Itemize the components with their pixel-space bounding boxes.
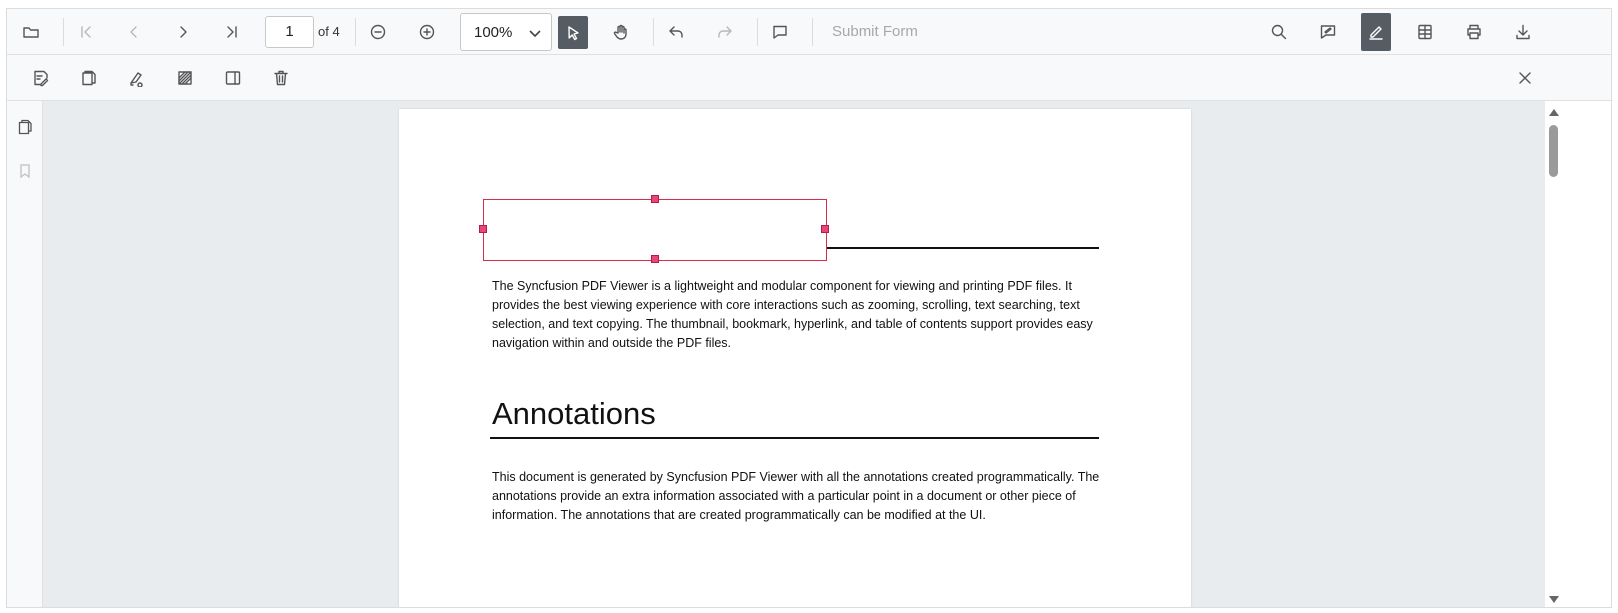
side-panel-icon [225, 71, 241, 85]
scroll-down-arrow-icon[interactable] [1549, 596, 1559, 603]
delete-field-button[interactable] [265, 62, 297, 94]
zoom-select[interactable]: 100% [460, 13, 552, 51]
annotations-paragraph: This document is generated by Syncfusion… [492, 470, 1100, 522]
open-file-button[interactable] [15, 16, 47, 48]
pdf-page: The Syncfusion PDF Viewer is a lightweig… [399, 109, 1191, 607]
chevron-down-icon [527, 25, 543, 41]
thumbnails-button[interactable] [13, 115, 37, 139]
toolbar-separator [757, 18, 758, 46]
first-page-icon [81, 26, 91, 38]
print-icon [1467, 24, 1481, 40]
form-field-edit-icon [34, 70, 49, 87]
navigation-sidebar [7, 101, 43, 607]
page-number-input[interactable]: 1 [265, 16, 314, 48]
undo-button[interactable] [660, 16, 692, 48]
pen-settings-icon [130, 72, 143, 87]
bookmarks-button[interactable] [13, 159, 37, 183]
annotation-edit-icon [1320, 25, 1336, 39]
properties-panel-button[interactable] [217, 62, 249, 94]
add-comment-button[interactable] [764, 16, 796, 48]
toolbar-separator [653, 18, 654, 46]
comment-icon [773, 25, 787, 39]
close-toolbar-button[interactable] [1509, 62, 1541, 94]
first-page-button[interactable] [70, 16, 102, 48]
vertical-scrollbar[interactable] [1545, 101, 1563, 607]
redo-button[interactable] [709, 16, 741, 48]
resize-handle-left[interactable] [479, 225, 487, 233]
download-button[interactable] [1507, 16, 1539, 48]
chevron-right-icon [180, 26, 187, 38]
last-page-button[interactable] [216, 16, 248, 48]
scroll-up-arrow-icon[interactable] [1549, 109, 1559, 116]
cursor-arrow-icon [568, 25, 579, 40]
close-icon [1519, 72, 1531, 84]
selected-form-field[interactable] [479, 195, 829, 263]
form-designer-button[interactable] [1361, 13, 1391, 51]
scroll-thumb[interactable] [1549, 125, 1558, 177]
submit-form-button[interactable]: Submit Form [832, 23, 918, 40]
copy-icon [82, 70, 96, 86]
signature-field-button[interactable] [121, 62, 153, 94]
document-canvas[interactable]: The Syncfusion PDF Viewer is a lightweig… [43, 101, 1545, 607]
selection-tool-button[interactable] [558, 16, 588, 49]
search-icon [1271, 24, 1287, 40]
grid-pages-icon [1418, 24, 1432, 40]
copy-field-button[interactable] [73, 62, 105, 94]
redo-icon [718, 26, 732, 38]
zoom-out-icon [370, 24, 386, 40]
folder-icon [23, 27, 39, 38]
resize-handle-bottom[interactable] [651, 255, 659, 263]
zoom-in-button[interactable] [411, 16, 443, 48]
thumbnails-icon [18, 119, 32, 135]
organize-pages-button[interactable] [1409, 16, 1441, 48]
pencil-icon [1369, 26, 1383, 40]
trash-icon [274, 70, 288, 86]
download-icon [1516, 24, 1530, 40]
toolbar-separator [355, 18, 356, 46]
pdf-viewer: 1 of 4 100% Submit Form The Syncfusion P… [6, 8, 1612, 608]
toolbar-separator [812, 18, 813, 46]
signature-line [827, 247, 1099, 249]
heading-underline [490, 437, 1099, 439]
main-toolbar: 1 of 4 100% Submit Form [7, 9, 1611, 55]
undo-icon [669, 26, 683, 38]
annotations-heading: Annotations [492, 396, 656, 431]
zoom-out-button[interactable] [362, 16, 394, 48]
zoom-value: 100% [474, 24, 513, 41]
hand-icon [613, 24, 627, 40]
last-page-icon [227, 26, 237, 38]
search-button[interactable] [1263, 16, 1295, 48]
redaction-field-button[interactable] [169, 62, 201, 94]
pan-tool-button[interactable] [605, 16, 637, 48]
next-page-button[interactable] [167, 16, 199, 48]
zoom-in-icon [419, 24, 435, 40]
resize-handle-right[interactable] [821, 225, 829, 233]
hatched-box-icon [178, 71, 192, 85]
previous-page-button[interactable] [118, 16, 150, 48]
print-button[interactable] [1458, 16, 1490, 48]
form-designer-toolbar [7, 55, 1611, 101]
annotation-button[interactable] [1312, 16, 1344, 48]
toolbar-separator [63, 18, 64, 46]
intro-paragraph: The Syncfusion PDF Viewer is a lightweig… [492, 279, 1093, 350]
resize-handle-top[interactable] [651, 195, 659, 203]
chevron-left-icon [130, 26, 137, 38]
bookmark-icon [20, 164, 30, 179]
textbox-field-button[interactable] [25, 62, 57, 94]
page-count-label: of 4 [318, 24, 340, 39]
